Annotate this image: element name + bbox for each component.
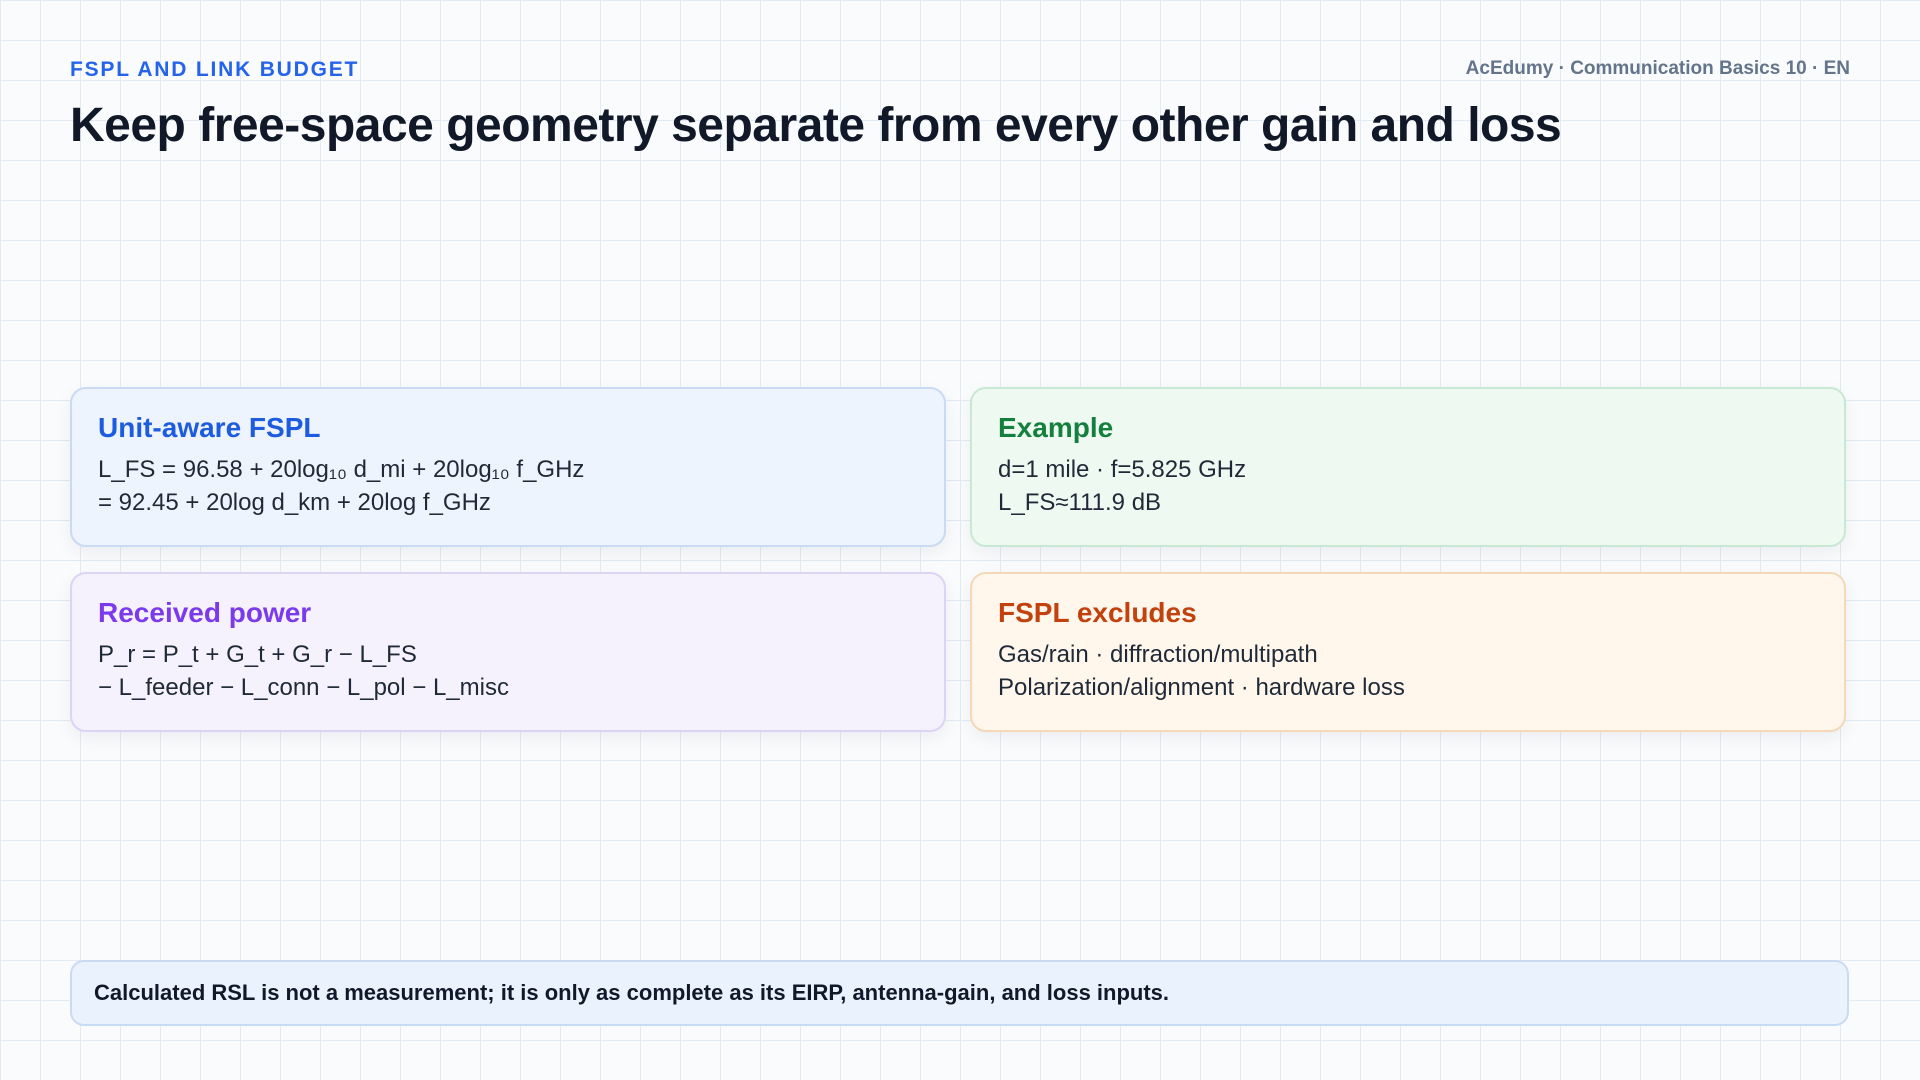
course-meta: AcEdumy · Communication Basics 10 · EN: [1465, 58, 1850, 79]
example-card: Example d=1 mile · f=5.825 GHz L_FS≈111.…: [970, 387, 1846, 547]
card-line: Gas/rain · diffraction/multipath: [998, 641, 1318, 668]
section-kicker: FSPL AND LINK BUDGET: [70, 58, 360, 81]
card-line: − L_feeder − L_conn − L_pol − L_misc: [98, 674, 509, 701]
fspl-formula-card: Unit-aware FSPL L_FS = 96.58 + 20log₁₀ d…: [70, 387, 946, 547]
card-line: Polarization/alignment · hardware loss: [998, 674, 1405, 701]
card-title: Unit-aware FSPL: [98, 412, 321, 443]
card-title: Received power: [98, 597, 312, 628]
card-title: Example: [998, 412, 1114, 443]
card-title: FSPL excludes: [998, 597, 1197, 628]
card-line: = 92.45 + 20log d_km + 20log f_GHz: [98, 489, 491, 516]
page-title: Keep free-space geometry separate from e…: [70, 99, 1562, 152]
fspl-excludes-card: FSPL excludes Gas/rain · diffraction/mul…: [970, 572, 1846, 732]
card-line: d=1 mile · f=5.825 GHz: [998, 456, 1247, 483]
card-line: L_FS≈111.9 dB: [998, 489, 1162, 516]
footer-note: Calculated RSL is not a measurement; it …: [70, 960, 1849, 1026]
received-power-card: Received power P_r = P_t + G_t + G_r − L…: [70, 572, 946, 732]
card-line: L_FS = 96.58 + 20log₁₀ d_mi + 20log₁₀ f_…: [98, 456, 585, 483]
footer-note-text: Calculated RSL is not a measurement; it …: [94, 980, 1170, 1005]
card-line: P_r = P_t + G_t + G_r − L_FS: [98, 641, 417, 668]
